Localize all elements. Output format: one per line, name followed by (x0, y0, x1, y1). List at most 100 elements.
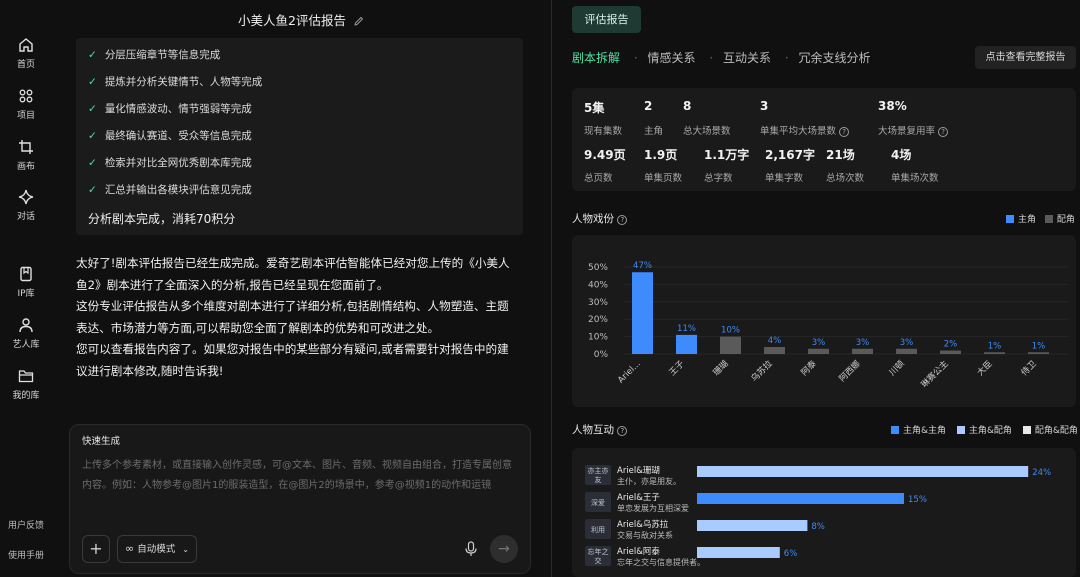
book-icon (20, 266, 32, 282)
sidebar-item-home[interactable]: 首页 (0, 37, 52, 70)
sparkle-icon (18, 189, 34, 205)
legend-swatch (1044, 215, 1053, 223)
step-item: ✓ 检索并对比全网优秀剧本库完成 (88, 155, 252, 170)
sidebar-item-canvas[interactable]: 画布 (0, 139, 52, 172)
folder-icon (18, 370, 34, 383)
pair-name: Ariel&乌苏拉 (617, 519, 669, 530)
help-icon[interactable]: ? (938, 127, 949, 137)
interaction-chart: 亦主亦友 Ariel&珊瑚主仆，亦是朋友。 24% 深爱 Ariel&王子单恋发展为互相… (585, 465, 1051, 567)
pair-description: 交易与敌对关系 (617, 530, 673, 540)
mode-label: 自动模式 (137, 544, 176, 555)
data-label: 2% (944, 340, 958, 350)
y-tick-label: 10% (588, 333, 608, 343)
data-label: 15% (908, 495, 927, 505)
stat-value: 5集 (584, 101, 605, 115)
bar (896, 348, 917, 354)
step-label: 分层压缩章节等信息完成 (104, 49, 221, 61)
step-item: ✓ 提炼并分析关键情节、人物等完成 (88, 74, 262, 89)
pair-description: 忘年之交与信息提供者。 (617, 557, 705, 567)
bar (940, 350, 961, 354)
sidebar-item-chat[interactable]: 对话 (0, 189, 52, 222)
stat-value: 8 (683, 99, 692, 113)
page-title: 小美人鱼2评估报告 (238, 13, 346, 28)
legend-label: 主角&主角 (903, 426, 947, 436)
sidebar-item-label: 画布 (16, 162, 35, 172)
step-label: 量化情感波动、情节强弱等完成 (104, 103, 252, 115)
data-label: 1% (988, 341, 1002, 351)
report-title-bar: 小美人鱼2评估报告 (52, 10, 550, 29)
pair-name: Ariel&珊瑚 (617, 465, 660, 476)
y-tick-label: 50% (588, 263, 608, 273)
bar (697, 547, 780, 558)
tab-evaluation-report[interactable]: 评估报告 (572, 6, 641, 33)
x-tick-label: 大臣 (975, 358, 995, 378)
step-label: 汇总并输出各模块评估意见完成 (104, 184, 252, 196)
bar (697, 520, 808, 531)
tab-script-breakdown[interactable]: 剧本拆解 (572, 51, 620, 65)
x-tick-label: 乌苏拉 (749, 358, 775, 384)
stat-value: 2 (644, 99, 653, 113)
pair-name: Ariel&阿泰 (617, 546, 660, 557)
check-icon: ✓ (88, 103, 97, 115)
help-icon[interactable]: ? (839, 127, 850, 137)
sidebar-item-projects[interactable]: 项目 (0, 88, 52, 121)
stat-label: 单集场次数 (891, 173, 939, 184)
data-label: 8% (811, 522, 825, 532)
plus-icon: + (89, 539, 103, 558)
edit-icon[interactable] (354, 16, 364, 26)
home-icon (19, 38, 33, 52)
manual-link[interactable]: 使用手册 (0, 548, 52, 561)
tag-text: 亦主亦 (588, 466, 609, 475)
composer: 快速生成 上传多个参考素材，或直接输入创作灵感，可@文本、图片、音频、视频自由组… (69, 424, 531, 574)
tab-redundant-subplots[interactable]: 冗余支线分析 (799, 51, 871, 65)
bar (676, 334, 697, 354)
sidebar-item-label: 艺人库 (12, 340, 40, 350)
data-label: 4% (768, 336, 782, 346)
check-icon: ✓ (88, 157, 97, 169)
legend-swatch (891, 426, 899, 434)
stat-label: 现有集数 (584, 126, 623, 137)
add-attachment-button[interactable]: + (82, 535, 110, 563)
legend-label: 配角&配角 (1034, 426, 1078, 436)
tab-emotional-relations[interactable]: 情感关系 (648, 51, 696, 65)
infinity-icon: ∞ (125, 542, 135, 555)
analysis-summary: 分析剧本完成，消耗70积分 (88, 212, 236, 226)
step-label: 提炼并分析关键情节、人物等完成 (104, 76, 263, 88)
microphone-icon[interactable] (465, 541, 477, 557)
sidebar-item-ip-library[interactable]: IP库 (0, 266, 52, 299)
help-icon[interactable]: ? (617, 215, 628, 225)
check-icon: ✓ (88, 49, 97, 61)
help-icon[interactable]: ? (617, 426, 628, 436)
pair-name: Ariel&王子 (617, 493, 660, 503)
stat-label: 大场景复用率 (878, 126, 936, 137)
stat-value: 38% (878, 99, 907, 113)
interaction-chart-card: 亦主亦友 Ariel&珊瑚 主仆，亦是朋友。 24% 深爱 Ariel&王子 单恋发展为互相… (572, 448, 1076, 577)
stat-label: 总大场景数 (683, 126, 731, 137)
user-icon (19, 318, 33, 333)
feedback-link[interactable]: 用户反馈 (0, 518, 52, 531)
send-button[interactable]: → (490, 535, 518, 563)
legend-swatch (1006, 215, 1014, 223)
prompt-input[interactable]: 上传多个参考素材，或直接输入创作灵感，可@文本、图片、音频、视频自由组合，打造专… (82, 456, 518, 496)
tab-interaction-relations[interactable]: 互动关系 (723, 51, 771, 65)
bar (720, 336, 741, 354)
stat-label-with-help: 大场景复用率 ? (878, 123, 949, 137)
grid-icon (19, 89, 33, 103)
stat-label: 总场次数 (826, 173, 865, 184)
section-title: 人物戏份 (572, 213, 614, 225)
stat-value: 9.49页 (584, 148, 626, 162)
stat-label: 单集平均大场景数 (760, 126, 837, 137)
role-share-chart-card: 50% 40% 30% 20% 10% 0% 47% Ariel... 11% 王子 10% 珊瑚 4%… (572, 235, 1076, 407)
mode-select[interactable]: ∞ 自动模式 ⌄ (117, 535, 197, 563)
legend-label: 主角&配角 (968, 426, 1012, 436)
step-item: ✓ 最终确认赛道、受众等信息完成 (88, 128, 252, 143)
sidebar-item-my-library[interactable]: 我的库 (0, 368, 52, 401)
stat-value: 21场 (826, 148, 855, 162)
message-paragraph: 太好了!剧本评估报告已经生成完成。爱奇艺剧本评估智能体已经对您上传的《小美人鱼2… (76, 256, 510, 292)
bar (1028, 352, 1049, 354)
tag-text: 忘年之 (588, 547, 609, 556)
view-full-report-button[interactable]: 点击查看完整报告 (975, 46, 1076, 69)
pair-description: 单恋发展为互相深爱 (617, 503, 689, 513)
sidebar-item-artists[interactable]: 艺人库 (0, 317, 52, 350)
role-share-chart: 50% 40% 30% 20% 10% 0% 47% Ariel... 11% 王子 10% 珊瑚 4%… (588, 261, 1068, 390)
